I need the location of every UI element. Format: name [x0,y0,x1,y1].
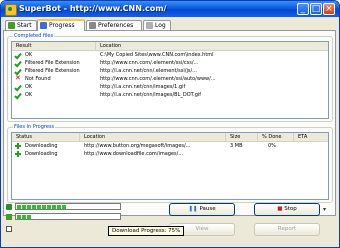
app-window: SuperBot - http://www.CNN.com/ _ □ × Sta… [0,0,340,248]
percent-done-cell: 0% [268,143,276,149]
tab-preferences-label: Preferences [98,22,134,29]
download-row[interactable]: Downloading http://www.button.org/megaso… [12,142,328,150]
app-icon [5,4,17,16]
location-cell: http://www.downloadfile.com/images/... [84,151,184,157]
file-progress-icon [6,214,12,220]
location-cell: http://i.a.cnn.net/cnn/images/1.gif [100,84,186,90]
report-button[interactable]: Report [254,223,320,236]
completed-row[interactable]: OK http://i.a.cnn.net/cnn/images/BL_DOT.… [12,91,328,99]
result-cell: OK [25,84,33,90]
location-cell: http://www.cnn.com/.element/ssi/auto/www… [100,76,216,82]
progress-segment [17,205,21,209]
preferences-icon [89,22,96,29]
progress-segment [22,205,26,209]
column-header-percent-done[interactable]: % Done [258,133,294,141]
files-in-progress-header: Status Location Size % Done ETA [12,133,328,142]
stop-dropdown-arrow-icon[interactable]: ▾ [323,206,326,213]
column-header-status[interactable]: Status [12,133,80,141]
tab-log-label: Log [155,22,166,29]
tab-start-label: Start [17,22,32,29]
file-progress-bar [15,213,121,220]
check-icon [15,60,21,66]
progress-segment [57,205,61,209]
pause-icon: ❚❚ [188,206,200,212]
tab-progress[interactable]: Progress [37,19,85,31]
start-icon [8,22,15,29]
progress-segment [32,205,36,209]
column-header-location[interactable]: Location [96,42,328,50]
status-cell: Downloading [25,143,58,149]
eta-cell [298,150,328,158]
completed-files-list[interactable]: Result Location OK C:\My Copied Sites\ww… [11,41,329,119]
progress-segment [17,215,21,219]
tab-progress-label: Progress [49,22,75,29]
location-cell: http://www.button.org/megasoft/images/..… [84,143,191,149]
progress-segment [27,205,31,209]
tab-start[interactable]: Start [5,20,37,30]
completed-row[interactable]: Filtered File Extension http://i.a.cnn.n… [12,67,328,75]
location-cell: http://i.a.cnn.net/cnn/.element/ssi/js/.… [100,68,197,74]
title-bar[interactable]: SuperBot - http://www.CNN.com/ _ □ × [1,1,339,17]
tab-preferences[interactable]: Preferences [86,20,142,30]
progress-tooltip: Download Progress: 75% [108,226,185,236]
files-in-progress-list[interactable]: Status Location Size % Done ETA Download… [11,132,329,200]
completed-files-label: Completed files [13,33,55,39]
progress-segment [42,205,46,209]
progress-segment [52,205,56,209]
location-cell: C:\My Copied Sites\www.CNN.com\index.htm… [100,52,214,58]
stop-label: Stop [284,206,297,212]
pause-button[interactable]: ❚❚ Pause [169,203,235,216]
check-icon [15,84,21,90]
column-header-location[interactable]: Location [80,133,226,141]
result-cell: OK [25,52,33,58]
result-cell: Filtered File Extension [25,60,80,66]
check-icon [15,92,21,98]
progress-segment [62,205,66,209]
percent-done-cell [268,150,294,158]
result-cell: OK [25,92,33,98]
progress-segment [22,215,26,219]
check-icon [15,52,21,58]
progress-segment [47,205,51,209]
maximize-button[interactable]: □ [310,3,322,15]
completed-files-group: Completed files Result Location OK C:\My… [7,33,333,122]
window-title: SuperBot - http://www.CNN.com/ [19,4,167,13]
download-arrow-icon [15,143,21,149]
minimize-button[interactable]: _ [297,3,309,15]
files-in-progress-group: Files In Progress Status Location Size %… [7,124,333,203]
column-header-size[interactable]: Size [226,133,258,141]
status-cell: Downloading [25,151,58,157]
eta-cell [298,142,328,150]
pause-label: Pause [199,206,216,212]
result-cell: Not Found [25,76,51,82]
tab-log[interactable]: Log [143,20,171,30]
column-header-eta[interactable]: ETA [294,133,328,141]
overall-progress-icon [6,204,12,210]
overall-progress-bar [15,203,121,210]
completed-row[interactable]: OK C:\My Copied Sites\www.CNN.com\index.… [12,51,328,59]
size-cell: 3 MB [230,143,243,149]
size-cell [230,150,258,158]
location-cell: http://www.cnn.com/.element/ssi/css/... [100,60,199,66]
column-header-result[interactable]: Result [12,42,96,50]
location-cell: http://i.a.cnn.net/cnn/images/BL_DOT.gif [100,92,202,98]
progress-icon [40,22,47,29]
download-arrow-icon [15,151,21,157]
close-button[interactable]: × [323,3,335,15]
download-row[interactable]: Downloading http://www.downloadfile.com/… [12,150,328,158]
result-cell: Filtered File Extension [25,68,80,74]
progress-panel: Completed files Result Location OK C:\My… [3,30,336,216]
stop-button[interactable]: ■ Stop [254,203,320,216]
completed-row[interactable]: Filtered File Extension http://www.cnn.c… [12,59,328,67]
progress-segment [37,205,41,209]
error-x-icon: ✕ [15,74,21,82]
completed-files-header: Result Location [12,42,328,51]
log-file-icon [6,226,12,232]
completed-row[interactable]: ✕ Not Found http://www.cnn.com/.element/… [12,75,328,83]
progress-segment [27,215,31,219]
completed-row[interactable]: OK http://i.a.cnn.net/cnn/images/1.gif [12,83,328,91]
log-icon [146,22,153,29]
files-in-progress-label: Files In Progress [13,124,56,130]
